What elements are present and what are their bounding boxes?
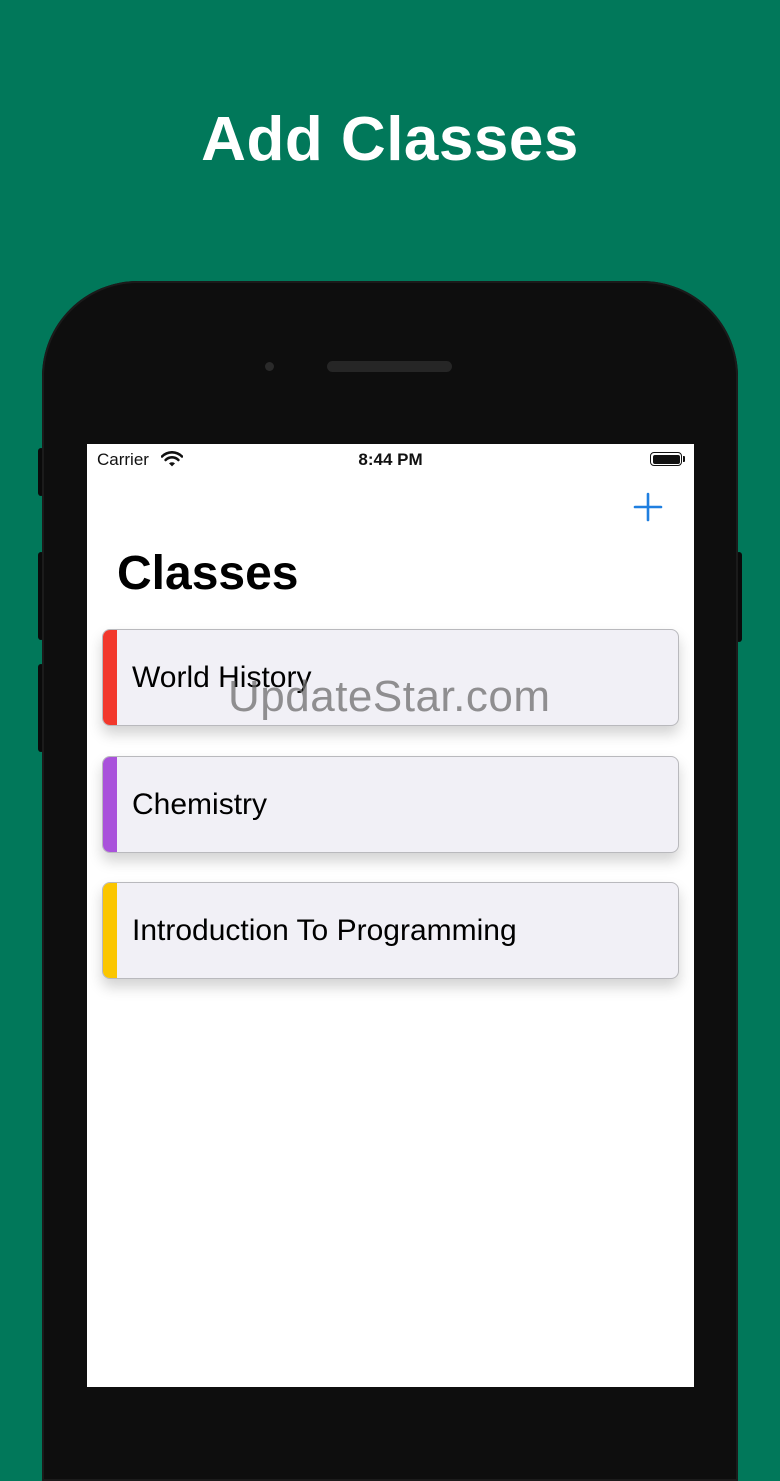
class-card[interactable]: Chemistry [102, 756, 679, 853]
class-color-bar [103, 757, 117, 852]
status-time: 8:44 PM [358, 450, 423, 469]
promo-headline: Add Classes [201, 105, 579, 174]
battery-icon [650, 452, 682, 466]
class-name: Chemistry [132, 788, 268, 821]
class-color-bar [103, 883, 117, 978]
watermark: UpdateStar.com [228, 672, 551, 721]
class-color-bar [103, 630, 117, 725]
front-camera [265, 362, 274, 371]
plus-icon [633, 492, 663, 522]
class-name: Introduction To Programming [132, 914, 517, 947]
status-bar: Carrier 8:44 PM [87, 444, 694, 478]
add-class-button[interactable] [633, 492, 663, 522]
earpiece-speaker [327, 361, 452, 372]
battery-tip [683, 456, 685, 462]
app-screen: Carrier 8:44 PM Classes World History Ch… [87, 444, 694, 1387]
page-title: Classes [117, 547, 299, 600]
class-card[interactable]: Introduction To Programming [102, 882, 679, 979]
